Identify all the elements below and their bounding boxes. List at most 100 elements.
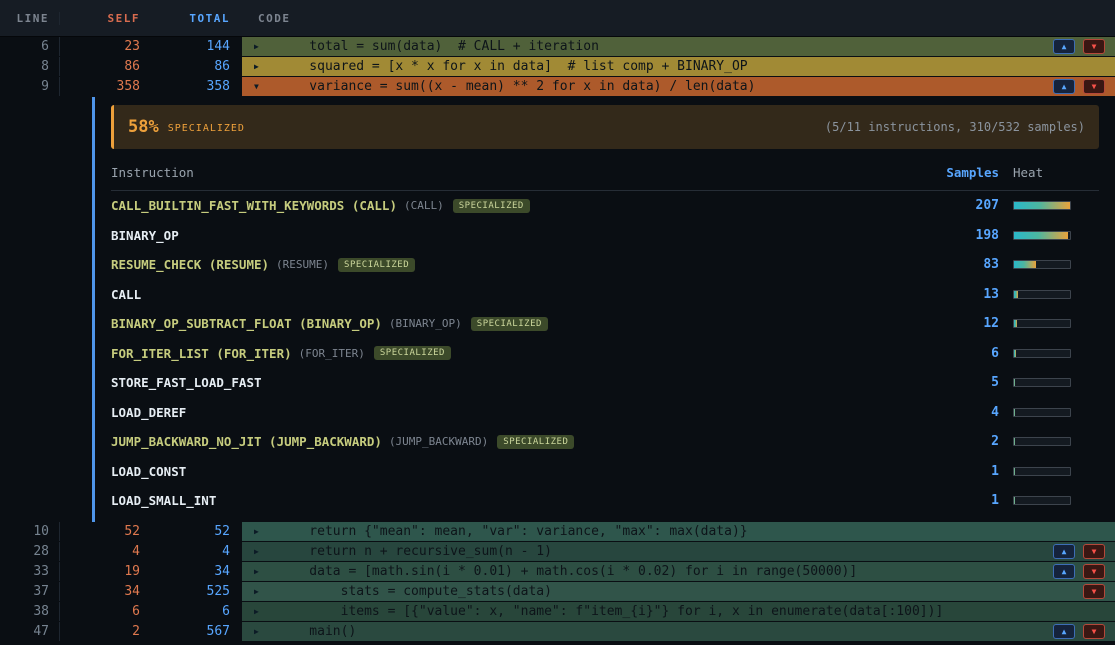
code-line-row[interactable]: 3866▶ items = [{"value": x, "name": f"it… (0, 602, 1115, 622)
instruction-samples: 6 (919, 346, 999, 361)
heat-cell (999, 467, 1099, 476)
specialized-badge: SPECIALIZED (471, 317, 548, 331)
self-samples: 2 (60, 622, 148, 641)
instruction-name: LOAD_SMALL_INT (111, 493, 919, 508)
instruction-name: STORE_FAST_LOAD_FAST (111, 375, 919, 390)
instruction-name: CALL_BUILTIN_FAST_WITH_KEYWORDS (CALL) (C… (111, 198, 919, 213)
jump-down-button[interactable]: ▼ (1083, 624, 1105, 639)
jump-up-button[interactable]: ▲ (1053, 544, 1075, 559)
disclosure-triangle-icon[interactable]: ▶ (254, 607, 270, 616)
heat-bar-fill (1014, 261, 1036, 268)
disclosure-triangle-icon[interactable]: ▶ (254, 527, 270, 536)
instruction-name: FOR_ITER_LIST (FOR_ITER)(FOR_ITER)SPECIA… (111, 346, 919, 361)
line-number: 28 (0, 542, 60, 561)
heat-bar (1013, 496, 1071, 505)
jump-down-button[interactable]: ▼ (1083, 544, 1105, 559)
heat-bar-fill (1014, 468, 1015, 475)
heat-cell (999, 378, 1099, 387)
instruction-base-opcode: (JUMP_BACKWARD) (389, 435, 488, 448)
col-header-self: SELF (60, 12, 148, 25)
jump-up-button[interactable]: ▲ (1053, 564, 1075, 579)
disclosure-triangle-icon[interactable]: ▼ (254, 82, 270, 91)
code-line-row[interactable]: 9358358▼ variance = sum((x - mean) ** 2 … (0, 77, 1115, 97)
code-line-row[interactable]: 88686▶ squared = [x * x for x in data] #… (0, 57, 1115, 77)
instruction-samples: 1 (919, 493, 999, 508)
instruction-opcode: CALL (111, 287, 141, 302)
disclosure-triangle-icon[interactable]: ▶ (254, 42, 270, 51)
instruction-row: CALL_BUILTIN_FAST_WITH_KEYWORDS (CALL) (C… (111, 191, 1099, 221)
code-line-row[interactable]: 331934▶ data = [math.sin(i * 0.01) + mat… (0, 562, 1115, 582)
code-line-row[interactable]: 105252▶ return {"mean": mean, "var": var… (0, 522, 1115, 542)
heat-cell (999, 231, 1099, 240)
jump-up-button[interactable]: ▲ (1053, 79, 1075, 94)
specialization-callout: 58% SPECIALIZED (5/11 instructions, 310/… (111, 105, 1099, 149)
instruction-samples: 2 (919, 434, 999, 449)
heat-cell (999, 349, 1099, 358)
instruction-samples: 207 (919, 198, 999, 213)
instruction-name: LOAD_CONST (111, 464, 919, 479)
instruction-samples: 13 (919, 287, 999, 302)
code-cell[interactable]: ▶ data = [math.sin(i * 0.01) + math.cos(… (242, 562, 1115, 581)
instruction-opcode: FOR_ITER_LIST (FOR_ITER) (111, 346, 292, 361)
instruction-samples: 12 (919, 316, 999, 331)
code-cell[interactable]: ▶ main() ▲ ▼ (242, 622, 1115, 641)
total-samples: 144 (148, 37, 242, 56)
instruction-opcode: CALL_BUILTIN_FAST_WITH_KEYWORDS (CALL) (111, 198, 397, 213)
disclosure-triangle-icon[interactable]: ▶ (254, 627, 270, 636)
total-samples: 567 (148, 622, 242, 641)
self-samples: 19 (60, 562, 148, 581)
specialization-summary: (5/11 instructions, 310/532 samples) (825, 120, 1085, 134)
specialized-badge: SPECIALIZED (453, 199, 530, 213)
col-header-instruction: Instruction (111, 165, 919, 180)
code-cell[interactable]: ▶ stats = compute_stats(data)▼ (242, 582, 1115, 601)
heat-bar (1013, 437, 1071, 446)
disclosure-triangle-icon[interactable]: ▶ (254, 587, 270, 596)
col-header-code: CODE (242, 12, 291, 25)
disclosure-triangle-icon[interactable]: ▶ (254, 62, 270, 71)
disclosure-triangle-icon[interactable]: ▶ (254, 567, 270, 576)
jump-up-button[interactable]: ▲ (1053, 39, 1075, 54)
jump-down-button[interactable]: ▼ (1083, 584, 1105, 599)
code-cell[interactable]: ▼ variance = sum((x - mean) ** 2 for x i… (242, 77, 1115, 96)
specialized-label: SPECIALIZED (168, 123, 245, 134)
instruction-samples: 4 (919, 405, 999, 420)
code-cell[interactable]: ▶ items = [{"value": x, "name": f"item_{… (242, 602, 1115, 621)
heat-bar (1013, 231, 1071, 240)
jump-down-button[interactable]: ▼ (1083, 564, 1105, 579)
instruction-samples: 1 (919, 464, 999, 479)
specialized-badge: SPECIALIZED (497, 435, 574, 449)
self-samples: 34 (60, 582, 148, 601)
code-cell[interactable]: ▶ squared = [x * x for x in data] # list… (242, 57, 1115, 76)
code-cell[interactable]: ▶ return n + recursive_sum(n - 1)▲▼ (242, 542, 1115, 561)
code-line-row[interactable]: 623144▶ total = sum(data) # CALL + itera… (0, 37, 1115, 57)
heat-bar-fill (1014, 497, 1015, 504)
jump-up-button[interactable]: ▲ (1053, 624, 1075, 639)
code-text: main() (278, 624, 356, 639)
heat-bar-fill (1014, 438, 1015, 445)
instruction-samples: 198 (919, 228, 999, 243)
total-samples: 525 (148, 582, 242, 601)
heat-bar (1013, 319, 1071, 328)
instruction-base-opcode: (CALL) (404, 199, 444, 212)
code-line-row[interactable]: 3734525▶ stats = compute_stats(data)▼ (0, 582, 1115, 602)
code-line-row[interactable]: 2844▶ return n + recursive_sum(n - 1)▲▼ (0, 542, 1115, 562)
total-samples: 52 (148, 522, 242, 541)
heat-bar (1013, 349, 1071, 358)
jump-down-button[interactable]: ▼ (1083, 79, 1105, 94)
specialized-badge: SPECIALIZED (374, 346, 451, 360)
line-number: 10 (0, 522, 60, 541)
instruction-opcode: STORE_FAST_LOAD_FAST (111, 375, 262, 390)
code-line-row[interactable]: 472567▶ main()▲▼ (0, 622, 1115, 642)
code-cell[interactable]: ▶ total = sum(data) # CALL + iteration ▲ ▼ (242, 37, 1115, 56)
instruction-opcode: LOAD_SMALL_INT (111, 493, 216, 508)
code-cell[interactable]: ▶ return {"mean": mean, "var": variance,… (242, 522, 1115, 541)
instruction-base-opcode: (BINARY_OP) (389, 317, 462, 330)
heat-bar (1013, 260, 1071, 269)
disclosure-triangle-icon[interactable]: ▶ (254, 547, 270, 556)
code-text: total = sum(data) # CALL + iteration (278, 39, 599, 54)
code-text: squared = [x * x for x in data] # list c… (278, 59, 748, 74)
jump-down-button[interactable]: ▼ (1083, 39, 1105, 54)
instruction-opcode: JUMP_BACKWARD_NO_JIT (JUMP_BACKWARD) (111, 434, 382, 449)
specialized-badge: SPECIALIZED (338, 258, 415, 272)
instruction-name: BINARY_OP (111, 228, 919, 243)
